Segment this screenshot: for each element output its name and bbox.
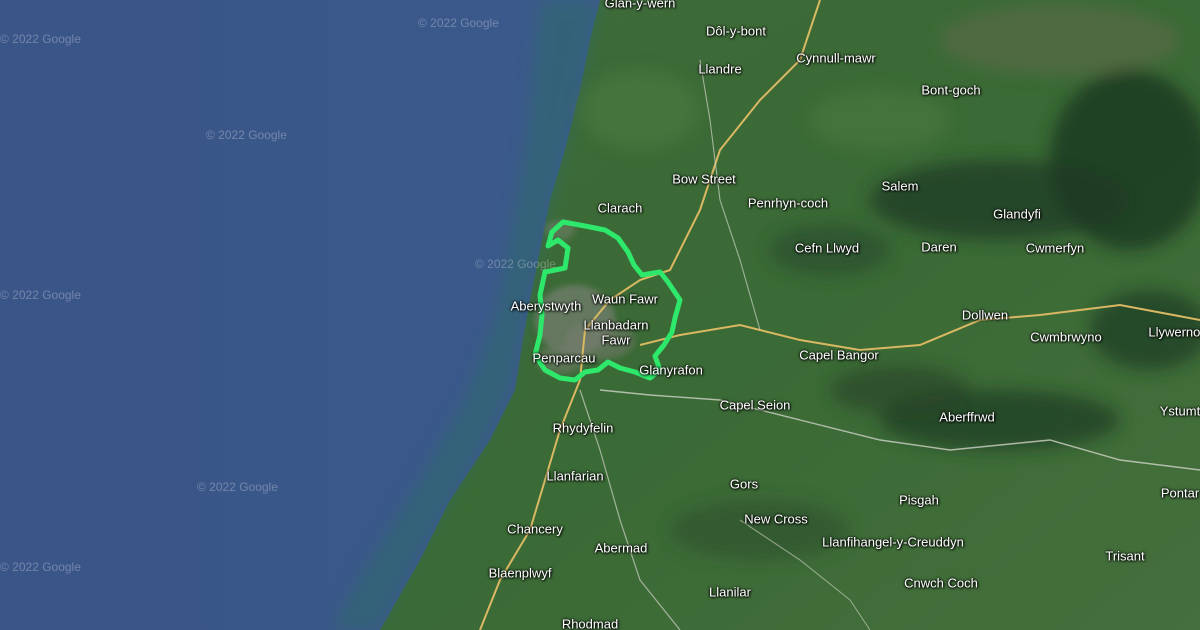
place-label-ystumtuen[interactable]: Ystumt [1160,405,1200,418]
watermark: © 2022 Google [197,480,278,494]
place-label-bont-goch[interactable]: Bont-goch [921,84,980,97]
watermark: © 2022 Google [475,257,556,271]
place-label-fawr[interactable]: Fawr [602,334,631,347]
place-label-rhodmad[interactable]: Rhodmad [562,618,618,630]
place-label-cynnull-mawr[interactable]: Cynnull-mawr [796,52,875,65]
place-label-glandyfi[interactable]: Glandyfi [993,208,1041,221]
place-label-cwmbrwyno[interactable]: Cwmbrwyno [1030,331,1102,344]
place-label-abermad[interactable]: Abermad [595,542,648,555]
place-label-cwmerfyn[interactable]: Cwmerfyn [1026,242,1085,255]
place-label-cefn-llwyd[interactable]: Cefn Llwyd [795,242,859,255]
watermark: © 2022 Google [206,128,287,142]
place-label-penparcau[interactable]: Penparcau [533,352,596,365]
place-label-rhydyfelin[interactable]: Rhydyfelin [553,422,614,435]
place-label-chancery[interactable]: Chancery [507,523,563,536]
place-label-bow-street[interactable]: Bow Street [672,173,736,186]
place-label-penrhyn-coch[interactable]: Penrhyn-coch [748,197,828,210]
place-label-clarach[interactable]: Clarach [598,202,643,215]
place-label-dollwen[interactable]: Dollwen [962,309,1008,322]
watermark: © 2022 Google [418,16,499,30]
place-label-new-cross[interactable]: New Cross [744,513,808,526]
place-label-llanbadarn[interactable]: Llanbadarn [583,319,648,332]
place-label-aberystwyth[interactable]: Aberystwyth [511,300,582,313]
place-label-waun-fawr[interactable]: Waun Fawr [592,293,658,306]
satellite-imagery [0,0,1200,630]
place-label-daren[interactable]: Daren [921,241,956,254]
place-label-llanilar[interactable]: Llanilar [709,586,751,599]
place-label-capel-bangor[interactable]: Capel Bangor [799,349,879,362]
place-label-llandre[interactable]: Llandre [698,63,741,76]
place-label-llywernog[interactable]: Llywernog [1148,326,1200,339]
place-label-llanfarian[interactable]: Llanfarian [546,470,603,483]
place-label-pontarfynach[interactable]: Pontar [1161,487,1199,500]
place-label-dol-y-bont[interactable]: Dôl-y-bont [706,25,766,38]
watermark: © 2022 Google [0,288,81,302]
place-label-pisgah[interactable]: Pisgah [899,494,939,507]
place-label-aberffrwd[interactable]: Aberffrwd [939,411,994,424]
watermark: © 2022 Google [0,560,81,574]
place-label-glanyrafon[interactable]: Glanyrafon [639,364,703,377]
place-label-blaenplwyf[interactable]: Blaenplwyf [489,567,552,580]
place-label-trisant[interactable]: Trisant [1105,550,1144,563]
place-label-capel-seion[interactable]: Capel Seion [720,399,791,412]
place-label-llanfihangel-y-creuddyn[interactable]: Llanfihangel-y-Creuddyn [822,536,964,549]
map-view[interactable]: © 2022 Google © 2022 Google © 2022 Googl… [0,0,1200,630]
place-label-cnwch-coch[interactable]: Cnwch Coch [904,577,978,590]
place-label-glan-y-wern[interactable]: Glan-y-wern [605,0,676,10]
place-label-salem[interactable]: Salem [882,180,919,193]
place-label-gors[interactable]: Gors [730,478,758,491]
watermark: © 2022 Google [0,32,81,46]
